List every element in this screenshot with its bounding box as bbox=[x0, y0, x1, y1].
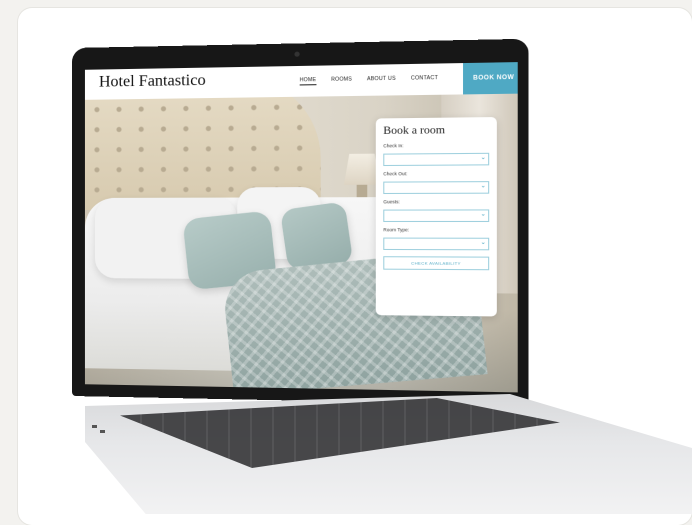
nav-contact[interactable]: CONTACT bbox=[411, 75, 438, 84]
laptop-mockup: Hotel Fantastico HOME ROOMS ABOUT US CON… bbox=[0, 0, 692, 525]
booking-panel: Book a room Check In: ⌄ Check Out: ⌄ Gue… bbox=[375, 117, 497, 317]
site-logo[interactable]: Hotel Fantastico bbox=[99, 72, 206, 92]
nav-home[interactable]: HOME bbox=[299, 76, 317, 86]
usb-port bbox=[92, 425, 97, 428]
check-out-label: Check Out: bbox=[383, 171, 408, 177]
booking-title: Book a room bbox=[383, 123, 446, 138]
nav-about-us[interactable]: ABOUT US bbox=[367, 76, 396, 85]
check-in-select[interactable]: ⌄ bbox=[383, 152, 490, 167]
check-out-select[interactable]: ⌄ bbox=[383, 181, 490, 195]
check-in-label: Check In: bbox=[383, 143, 404, 149]
check-availability-button[interactable]: CHECK AVAILABILITY bbox=[383, 256, 490, 271]
room-type-select[interactable]: ⌄ bbox=[383, 237, 490, 251]
webcam bbox=[294, 51, 300, 57]
chevron-down-icon: ⌄ bbox=[480, 154, 486, 162]
lamp-shade bbox=[344, 154, 380, 185]
usb-port-2 bbox=[100, 430, 105, 433]
site-header: Hotel Fantastico HOME ROOMS ABOUT US CON… bbox=[84, 62, 518, 100]
guests-label: Guests: bbox=[383, 199, 400, 205]
screen-bezel: Hotel Fantastico HOME ROOMS ABOUT US CON… bbox=[72, 38, 529, 406]
site-nav: HOME ROOMS ABOUT US CONTACT bbox=[299, 75, 438, 86]
chevron-down-icon: ⌄ bbox=[480, 183, 486, 190]
nav-rooms[interactable]: ROOMS bbox=[331, 76, 352, 85]
website-screen: Hotel Fantastico HOME ROOMS ABOUT US CON… bbox=[84, 62, 518, 393]
chevron-down-icon: ⌄ bbox=[480, 239, 486, 247]
chevron-down-icon: ⌄ bbox=[480, 211, 486, 218]
blue-pillow-2 bbox=[279, 201, 354, 272]
book-now-button[interactable]: BOOK NOW bbox=[463, 62, 518, 95]
room-type-label: Room Type: bbox=[383, 227, 410, 233]
guests-select[interactable]: ⌄ bbox=[383, 209, 490, 222]
